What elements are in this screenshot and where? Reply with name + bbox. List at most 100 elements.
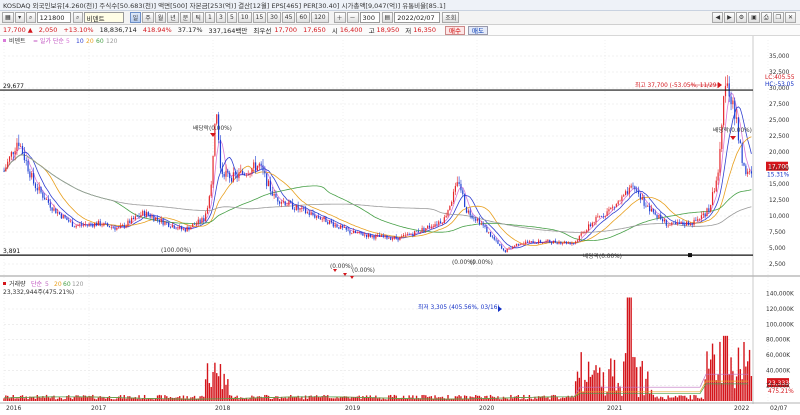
zoom-in-icon[interactable]: ＋ [333,12,346,23]
period-button-14[interactable]: 120 [311,12,329,23]
candle-body [676,222,678,224]
volume-bar [434,395,436,401]
period-button-9[interactable]: 10 [237,12,252,23]
candle-body [247,174,249,176]
period-button-8[interactable]: 5 [226,12,237,23]
volume-bar [240,397,242,401]
candle-body [367,234,370,238]
print-icon[interactable]: ⎙ [760,12,772,23]
date-input[interactable]: 2022/02/07 [394,12,441,23]
volume-bar [219,364,222,401]
period-button-1[interactable]: 주 [142,12,154,23]
volume-bar [519,399,521,401]
candle-body [606,211,608,217]
candle-body [451,201,453,206]
candle-body [280,202,283,204]
zoom-out-icon[interactable]: － [346,12,359,23]
candle-body [530,241,532,242]
volume-bar [708,368,710,401]
period-button-6[interactable]: 1 [204,12,215,23]
candle-body [748,171,751,172]
period-button-7[interactable]: 3 [215,12,226,23]
candle-body [44,197,46,200]
volume-bar [179,396,181,401]
candle-body [97,221,99,226]
period-button-5[interactable]: 틱 [192,12,204,23]
volume-ratio: 418.94% [142,26,172,34]
volume-bar [262,397,264,401]
candle-body [62,215,64,219]
search-icon[interactable]: ⌕ [25,12,36,23]
candle-body [414,230,416,236]
stock-chart[interactable]: 35,000 32,500 30,000 27,500 25,000 22,500 20,0… [0,36,800,415]
sell-button[interactable]: 매도 [468,25,488,35]
period-button-11[interactable]: 30 [267,12,281,23]
period-button-13[interactable]: 60 [296,12,311,23]
volume-legend-period: 60 [63,281,71,288]
volume-bar [643,395,645,401]
volume-bar [547,397,549,401]
candle-body [667,225,669,227]
candle-body [378,235,381,237]
window-icon[interactable]: ❐ [772,12,784,23]
volume-bar [445,399,447,401]
candle-body [323,216,325,220]
period-button-3[interactable]: 년 [167,12,179,23]
buy-button[interactable]: 매수 [445,25,465,35]
best-bid: 17,650 [303,26,326,34]
period-button-2[interactable]: 월 [154,12,167,23]
volume-bar [330,398,333,401]
candle-body [573,243,575,244]
candle-body [297,205,299,210]
chevron-down-icon[interactable]: ▾ [14,12,25,23]
stock-lookup-icon[interactable]: ⌕ [72,12,83,23]
candle-body [14,150,16,155]
candle-body [330,220,333,223]
prev-icon[interactable]: ◀ [712,12,724,23]
volume-legend-period: 5 [45,281,49,288]
period-button-0[interactable]: 일 [129,12,142,23]
low-price: 16,350 [413,26,437,34]
volume-bar [75,395,77,401]
candle-body [562,243,564,244]
dividend-annotation: 배당락(0.00%) [713,126,752,134]
candle-body [42,192,44,198]
candle-body [264,170,266,174]
volume-bar [86,396,88,401]
period-button-12[interactable]: 45 [281,12,296,23]
level-handle[interactable] [688,253,692,258]
candle-body [489,231,492,237]
turnover-ratio: 37.17% [177,26,203,34]
volume-bar [71,399,74,401]
volume-bar [319,397,322,401]
candle-body [142,211,144,216]
next-icon[interactable]: ▶ [724,12,735,23]
grid-icon[interactable]: ▦ [2,12,14,23]
stock-code-input[interactable]: 121800 [36,12,71,23]
layout-icon[interactable]: ▣ [748,12,760,23]
candle-body [3,171,5,172]
volume-bar [73,396,75,401]
bar-count-input[interactable]: 300 [359,12,380,23]
volume-bar [278,398,281,401]
settings-icon[interactable]: ⚙ [735,12,748,23]
close-icon[interactable]: ✕ [784,12,796,23]
price-legend-period: 10 [76,38,84,45]
volume-bar [118,396,120,401]
candle-body [415,230,418,232]
candle-body [412,233,414,236]
period-button-10[interactable]: 15 [252,12,267,23]
volume-bar [323,394,325,401]
period-button-4[interactable]: 분 [179,12,192,23]
volume-bar [216,373,218,401]
calendar-icon[interactable]: ▤ [381,12,394,23]
search-button[interactable]: 조회 [442,12,460,23]
volume-bar [19,395,22,401]
chart-canvas[interactable]: 35,00032,50030,00027,50025,00022,50020,0… [0,36,800,415]
candle-body [724,85,727,97]
volume-bar [574,381,577,401]
candle-body [16,142,18,151]
candle-body [482,223,484,226]
time-axis-label: 2022 [734,405,749,412]
stock-name-field[interactable]: 비덴트 [83,12,124,23]
